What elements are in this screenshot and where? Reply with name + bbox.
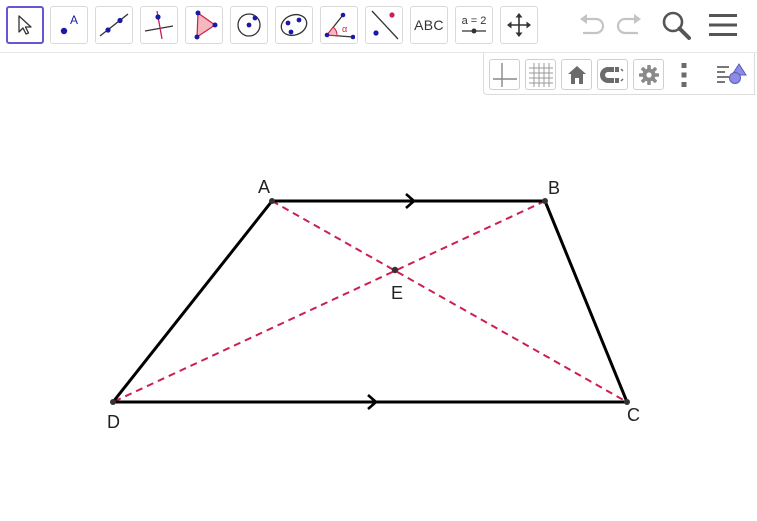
point-E[interactable] — [391, 266, 399, 274]
magnet-icon — [599, 66, 624, 83]
algebra-view-toggle-button[interactable] — [714, 59, 750, 90]
diagonal-BD[interactable] — [112, 200, 546, 403]
axes-icon — [492, 62, 517, 87]
label-A[interactable]: A — [258, 177, 270, 197]
label-D[interactable]: D — [107, 412, 120, 432]
toggle-axes-button[interactable] — [489, 59, 520, 90]
gear-icon — [638, 64, 659, 85]
diagonal-AC[interactable] — [271, 200, 628, 403]
graphics-settings-button[interactable] — [633, 59, 664, 90]
more-vertical-icon — [681, 62, 687, 87]
graphics-style-bar — [483, 53, 755, 95]
label-B[interactable]: B — [548, 178, 560, 198]
toggle-grid-button[interactable] — [525, 59, 556, 90]
home-icon — [567, 65, 586, 84]
label-E[interactable]: E — [391, 283, 403, 303]
label-C[interactable]: C — [627, 405, 640, 425]
algebra-toggle-icon — [717, 62, 747, 84]
segment-BC[interactable] — [543, 200, 629, 403]
standard-view-button[interactable] — [561, 59, 592, 90]
more-options-button[interactable] — [674, 59, 694, 90]
point-B[interactable] — [542, 198, 548, 204]
point-D[interactable] — [110, 399, 116, 405]
grid-icon — [528, 62, 553, 87]
segment-DA[interactable] — [111, 200, 274, 403]
point-capturing-button[interactable] — [597, 59, 628, 90]
point-A[interactable] — [269, 198, 275, 204]
